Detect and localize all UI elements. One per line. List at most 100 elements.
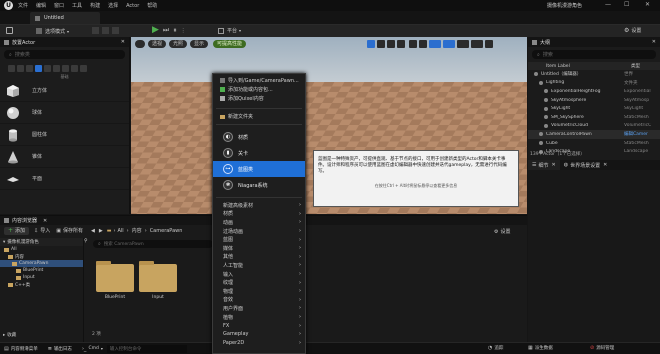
output-log-button[interactable]: ≣ 输出日志 <box>48 346 72 352</box>
blueprint-icon[interactable] <box>102 27 109 34</box>
menu-item-blueprint-class[interactable]: ⊶ 蓝图类 <box>213 161 305 177</box>
tree-item[interactable]: 内容 <box>0 253 83 260</box>
breadcrumb-all[interactable]: All <box>117 228 123 234</box>
import-button[interactable]: ⇩ 导入 <box>34 227 50 235</box>
tree-item[interactable]: C++类 <box>0 281 83 288</box>
menu-actor[interactable]: Actor <box>126 3 139 9</box>
menu-item-niagara[interactable]: ❃ Niagara系统 <box>213 177 305 193</box>
content-drawer-button[interactable]: ▤ 内容侧滑菜单 <box>4 346 38 352</box>
outliner-row[interactable]: SkyAtmosphere SkyAtmosp <box>528 96 660 105</box>
menu-category[interactable]: 人工智能 › <box>213 261 305 270</box>
menu-item-new-folder[interactable]: 新建文件夹 <box>213 112 305 121</box>
settings-button[interactable]: ⚙ 设置 <box>624 27 641 34</box>
outliner-row[interactable]: CameraControlPawn 编辑Camer <box>528 130 660 139</box>
tab-close-icon[interactable]: ✕ <box>552 162 556 168</box>
back-arrow-icon[interactable]: ◀ <box>91 228 95 234</box>
content-search[interactable]: ⌕ 搜索 CameraPawn <box>93 240 213 248</box>
menu-category[interactable]: 动画 › <box>213 218 305 227</box>
breadcrumb-camerapawn[interactable]: CameraPawn <box>150 228 183 234</box>
mode-selector[interactable]: 选项模式 ▾ <box>36 27 69 35</box>
menu-edit[interactable]: 编辑 <box>36 2 46 9</box>
cmd-selector[interactable]: ›_ Cmd ▾ <box>82 346 103 352</box>
menu-tools[interactable]: 工具 <box>72 2 82 9</box>
shape-item[interactable]: 圆柱体 <box>0 124 129 146</box>
breadcrumb-content[interactable]: 内容 <box>132 227 142 234</box>
world-local-icon[interactable] <box>409 40 417 48</box>
menu-category[interactable]: 输入 › <box>213 270 305 279</box>
surface-snap-icon[interactable] <box>419 40 427 48</box>
lit-button[interactable]: 光照 <box>169 40 188 48</box>
show-button[interactable]: 显示 <box>190 40 209 48</box>
level-tab[interactable]: Untitled <box>30 12 100 24</box>
asset-folder[interactable]: Input <box>139 261 177 300</box>
tree-item[interactable]: All <box>0 246 83 253</box>
derived-data-button[interactable]: ▦ 派生数据 <box>528 345 553 351</box>
menu-item-material[interactable]: ◐ 材质 <box>213 129 305 145</box>
visibility-icon[interactable] <box>544 123 548 128</box>
all-classes-icon[interactable] <box>71 64 78 72</box>
visibility-icon[interactable] <box>544 98 548 103</box>
collections-section[interactable]: ▸ 收藏 <box>3 332 16 339</box>
panel-close-icon[interactable]: ✕ <box>43 218 47 224</box>
panel-close-icon[interactable]: ✕ <box>652 39 656 45</box>
add-content-icon[interactable] <box>92 27 99 34</box>
menu-category[interactable]: 过场动画 › <box>213 227 305 236</box>
visual-effects-icon[interactable] <box>53 64 60 72</box>
menu-item-import[interactable]: 导入到/Game/CameraPawn... <box>213 76 305 85</box>
rotation-snap-icon[interactable] <box>443 40 455 48</box>
shape-item[interactable]: 平面 <box>0 168 129 190</box>
move-icon[interactable] <box>377 40 385 48</box>
visibility-icon[interactable] <box>539 141 543 146</box>
perspective-button[interactable]: 透视 <box>148 40 167 48</box>
content-settings-button[interactable]: ⚙ 设置 <box>494 228 511 236</box>
tree-item[interactable]: CameraPawn <box>0 260 83 267</box>
menu-help[interactable]: 帮助 <box>147 2 157 9</box>
place-actors-search[interactable]: ⌕ 搜索类 <box>4 50 125 59</box>
tab-close-icon[interactable]: ✕ <box>603 162 607 168</box>
menu-category[interactable]: 音效 › <box>213 296 305 305</box>
menu-category[interactable]: 材质 › <box>213 210 305 219</box>
trace-button[interactable]: ◔ 追踪 <box>488 345 503 351</box>
tab-world-settings[interactable]: ◍ 世界场景设置 ✕ <box>560 160 612 170</box>
column-label[interactable]: Item Label <box>546 64 570 69</box>
scale-icon[interactable] <box>397 40 405 48</box>
column-type[interactable]: 类型 <box>631 63 640 69</box>
visibility-icon[interactable] <box>544 115 548 120</box>
shapes-icon[interactable] <box>35 64 42 72</box>
tab-details[interactable]: ☰ 细节 ✕ <box>528 160 560 170</box>
outliner-row[interactable]: Untitled（编辑器） 世界 <box>528 70 660 79</box>
visibility-icon[interactable] <box>544 89 548 94</box>
recent-icon[interactable] <box>8 64 15 72</box>
console-input[interactable]: 输入控制台命令 <box>106 344 187 353</box>
menu-build[interactable]: 构建 <box>90 2 100 9</box>
shape-item[interactable]: 球体 <box>0 102 129 124</box>
play-icon[interactable]: ▶ <box>152 26 159 35</box>
tree-root-header[interactable]: ▾ 摄像机漫游角色 <box>0 238 83 246</box>
menu-category[interactable]: 植物 › <box>213 313 305 322</box>
save-icon[interactable] <box>6 27 13 34</box>
tree-item[interactable]: BluePrint <box>0 267 83 274</box>
visibility-icon[interactable] <box>534 72 538 77</box>
forward-arrow-icon[interactable]: ▶ <box>99 228 103 234</box>
source-control-button[interactable]: ⊘ 源码管理 <box>590 345 614 351</box>
outliner-row[interactable]: Lighting 文件夹 <box>528 79 660 88</box>
menu-item-level[interactable]: ▮ 关卡 <box>213 145 305 161</box>
outliner-row[interactable]: SM_SkySphere StaticMesh <box>528 113 660 122</box>
select-icon[interactable] <box>367 40 375 48</box>
performance-badge[interactable]: 可提高性能 <box>213 40 247 48</box>
outliner-row[interactable]: VolumetricCloud VolumetricC <box>528 122 660 131</box>
visibility-icon[interactable] <box>544 106 548 111</box>
menu-category[interactable]: 媒体 › <box>213 244 305 253</box>
shape-item[interactable]: 锥体 <box>0 146 129 168</box>
menu-category[interactable]: Paper2D › <box>213 339 305 348</box>
menu-category[interactable]: 新建高级素材 › <box>213 201 305 210</box>
outliner-search[interactable]: ⌕ 搜索 <box>532 50 656 59</box>
menu-window[interactable]: 窗口 <box>54 2 64 9</box>
outliner-row[interactable]: SkyLight SkyLight <box>528 104 660 113</box>
filter-icon[interactable]: ⚲ <box>84 238 90 246</box>
save-all-button[interactable]: ▣ 保存所有 <box>56 227 83 235</box>
panel-close-icon[interactable]: ✕ <box>121 39 125 45</box>
add-button[interactable]: + 添加 <box>4 226 30 235</box>
skip-icon[interactable]: ⏭ <box>163 26 169 35</box>
camera-speed-icon[interactable] <box>471 40 483 48</box>
